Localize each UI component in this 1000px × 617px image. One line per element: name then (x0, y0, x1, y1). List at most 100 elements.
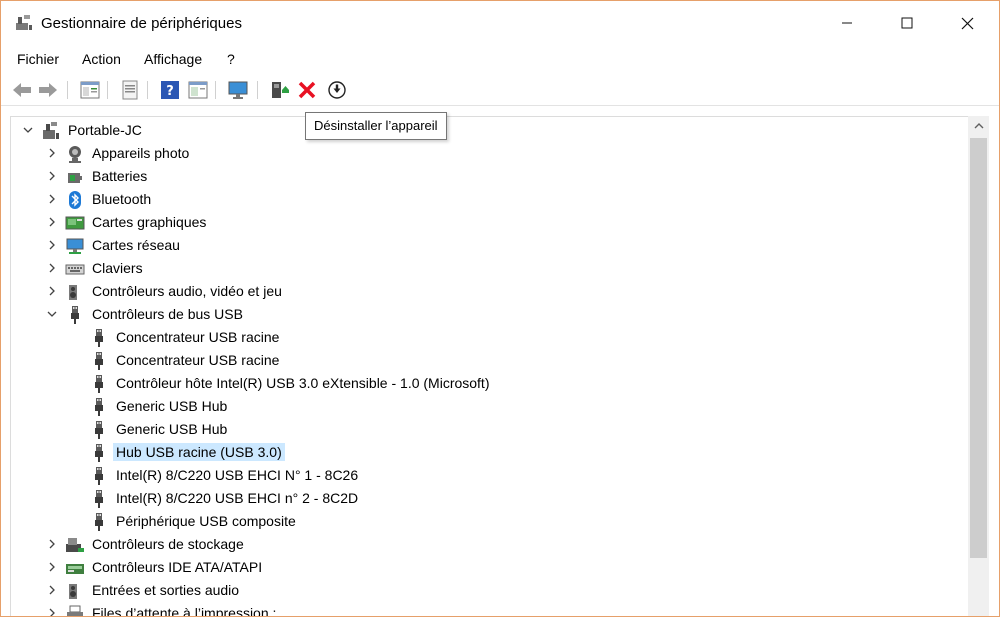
document-icon[interactable] (119, 79, 141, 101)
tree-category[interactable]: Batteries (11, 165, 969, 188)
tree-item-label: Bluetooth (92, 191, 152, 207)
toolbar-separator (147, 81, 148, 99)
toolbar-separator (67, 81, 68, 99)
network-adapter-icon (66, 238, 84, 254)
tree-category[interactable]: Contrôleurs IDE ATA/ATAPI (11, 556, 969, 579)
tree-item-label: Entrées et sorties audio (92, 582, 240, 598)
chevron-down-icon[interactable] (47, 309, 57, 319)
tree-root[interactable]: Portable-JC (11, 119, 969, 142)
usb-icon (95, 375, 103, 393)
usb-icon (95, 467, 103, 485)
tree-root-label: Portable-JC (68, 122, 142, 138)
menu-action[interactable]: Action (82, 51, 121, 67)
help-icon[interactable]: ? (159, 79, 181, 101)
tree-item-label: Contrôleur hôte Intel(R) USB 3.0 eXtensi… (116, 375, 490, 391)
usb-icon (95, 444, 103, 462)
device-manager-window: Gestionnaire de périphériques Fichier Ac… (0, 0, 1000, 617)
tree-category[interactable]: Files d’attente à l’impression : (11, 602, 969, 617)
back-arrow-icon[interactable] (11, 79, 33, 101)
window-title: Gestionnaire de périphériques (41, 15, 242, 32)
toolbar-separator (107, 81, 108, 99)
usb-icon (95, 513, 103, 531)
chevron-right-icon[interactable] (47, 148, 57, 158)
tree-item-label: Contrôleurs audio, vidéo et jeu (92, 283, 282, 299)
device-manager-icon (16, 15, 32, 30)
speaker-icon (69, 285, 77, 300)
computer-icon (43, 122, 59, 139)
tree-child-item[interactable]: Contrôleur hôte Intel(R) USB 3.0 eXtensi… (11, 372, 969, 395)
usb-icon (95, 329, 103, 347)
tree-item-label: Appareils photo (92, 145, 190, 161)
tree-item-label: Generic USB Hub (116, 398, 228, 414)
device-tree[interactable]: Portable-JC Appareils photo Batteries Blue… (10, 116, 969, 617)
chevron-right-icon[interactable] (47, 286, 57, 296)
usb-icon (95, 352, 103, 370)
tree-item-label: Batteries (92, 168, 148, 184)
tree-child-item[interactable]: Intel(R) 8/C220 USB EHCI N° 1 - 8C26 (11, 464, 969, 487)
title-bar[interactable]: Gestionnaire de périphériques (1, 1, 999, 45)
chevron-right-icon[interactable] (47, 263, 57, 273)
vertical-scrollbar[interactable] (968, 116, 989, 616)
display-adapter-icon (65, 216, 85, 230)
tree-child-item[interactable]: Generic USB Hub (11, 418, 969, 441)
tree-category[interactable]: Cartes réseau (11, 234, 969, 257)
tree-child-item[interactable]: Concentrateur USB racine (11, 326, 969, 349)
tree-category[interactable]: Contrôleurs de bus USB (11, 303, 969, 326)
update-driver-icon[interactable] (269, 79, 291, 101)
tree-category[interactable]: Claviers (11, 257, 969, 280)
chevron-down-icon[interactable] (23, 125, 33, 135)
tree-category[interactable]: Contrôleurs audio, vidéo et jeu (11, 280, 969, 303)
maximize-button[interactable] (884, 1, 930, 45)
chevron-right-icon[interactable] (47, 585, 57, 595)
chevron-right-icon[interactable] (47, 539, 57, 549)
tree-item-label: Intel(R) 8/C220 USB EHCI N° 1 - 8C26 (116, 467, 359, 483)
scroll-thumb[interactable] (970, 138, 987, 558)
chevron-right-icon[interactable] (47, 171, 57, 181)
tree-category[interactable]: Bluetooth (11, 188, 969, 211)
menu-fichier[interactable]: Fichier (17, 51, 59, 67)
tree-item-label: Cartes réseau (92, 237, 180, 253)
close-icon (961, 17, 973, 29)
minimize-button[interactable] (824, 1, 870, 45)
close-button[interactable] (944, 1, 990, 45)
tree-child-item[interactable]: Concentrateur USB racine (11, 349, 969, 372)
tree-child-item[interactable]: Périphérique USB composite (11, 510, 969, 533)
minimize-icon (842, 22, 852, 24)
tree-child-item[interactable]: Hub USB racine (USB 3.0) (11, 441, 969, 464)
toolbar: ? (1, 73, 999, 106)
chevron-right-icon[interactable] (47, 194, 57, 204)
tree-item-label: Claviers (92, 260, 143, 276)
chevron-right-icon[interactable] (47, 240, 57, 250)
storage-controller-icon (66, 538, 84, 552)
chevron-right-icon[interactable] (47, 217, 57, 227)
tree-child-item[interactable]: Intel(R) 8/C220 USB EHCI n° 2 - 8C2D (11, 487, 969, 510)
chevron-right-icon[interactable] (47, 608, 57, 617)
printer-icon (67, 605, 83, 616)
chevron-up-icon (974, 123, 983, 129)
ide-controller-icon (66, 564, 84, 574)
tree-item-label: Generic USB Hub (116, 421, 228, 437)
forward-arrow-icon[interactable] (37, 79, 59, 101)
bluetooth-icon (69, 191, 81, 209)
tree-item-label: Files d’attente à l’impression : (92, 605, 277, 617)
uninstall-x-icon[interactable] (296, 79, 318, 101)
monitor-icon[interactable] (227, 79, 249, 101)
tree-category[interactable]: Entrées et sorties audio (11, 579, 969, 602)
chevron-right-icon[interactable] (47, 562, 57, 572)
tree-category[interactable]: Appareils photo (11, 142, 969, 165)
menu-affichage[interactable]: Affichage (144, 51, 202, 67)
properties-panel-icon[interactable] (79, 79, 101, 101)
tree-item-label: Contrôleurs IDE ATA/ATAPI (92, 559, 263, 575)
tree-category[interactable]: Contrôleurs de stockage (11, 533, 969, 556)
toolbar-separator (257, 81, 258, 99)
tree-child-item[interactable]: Generic USB Hub (11, 395, 969, 418)
panel-icon[interactable] (187, 79, 209, 101)
menu-help[interactable]: ? (227, 51, 235, 67)
scroll-up-button[interactable] (968, 116, 989, 136)
tree-category[interactable]: Cartes graphiques (11, 211, 969, 234)
tree-item-label: Concentrateur USB racine (116, 352, 280, 368)
tree-item-label-selected: Hub USB racine (USB 3.0) (113, 443, 285, 461)
svg-text:?: ? (166, 84, 174, 99)
download-icon[interactable] (326, 79, 348, 101)
speaker-icon (69, 584, 77, 599)
